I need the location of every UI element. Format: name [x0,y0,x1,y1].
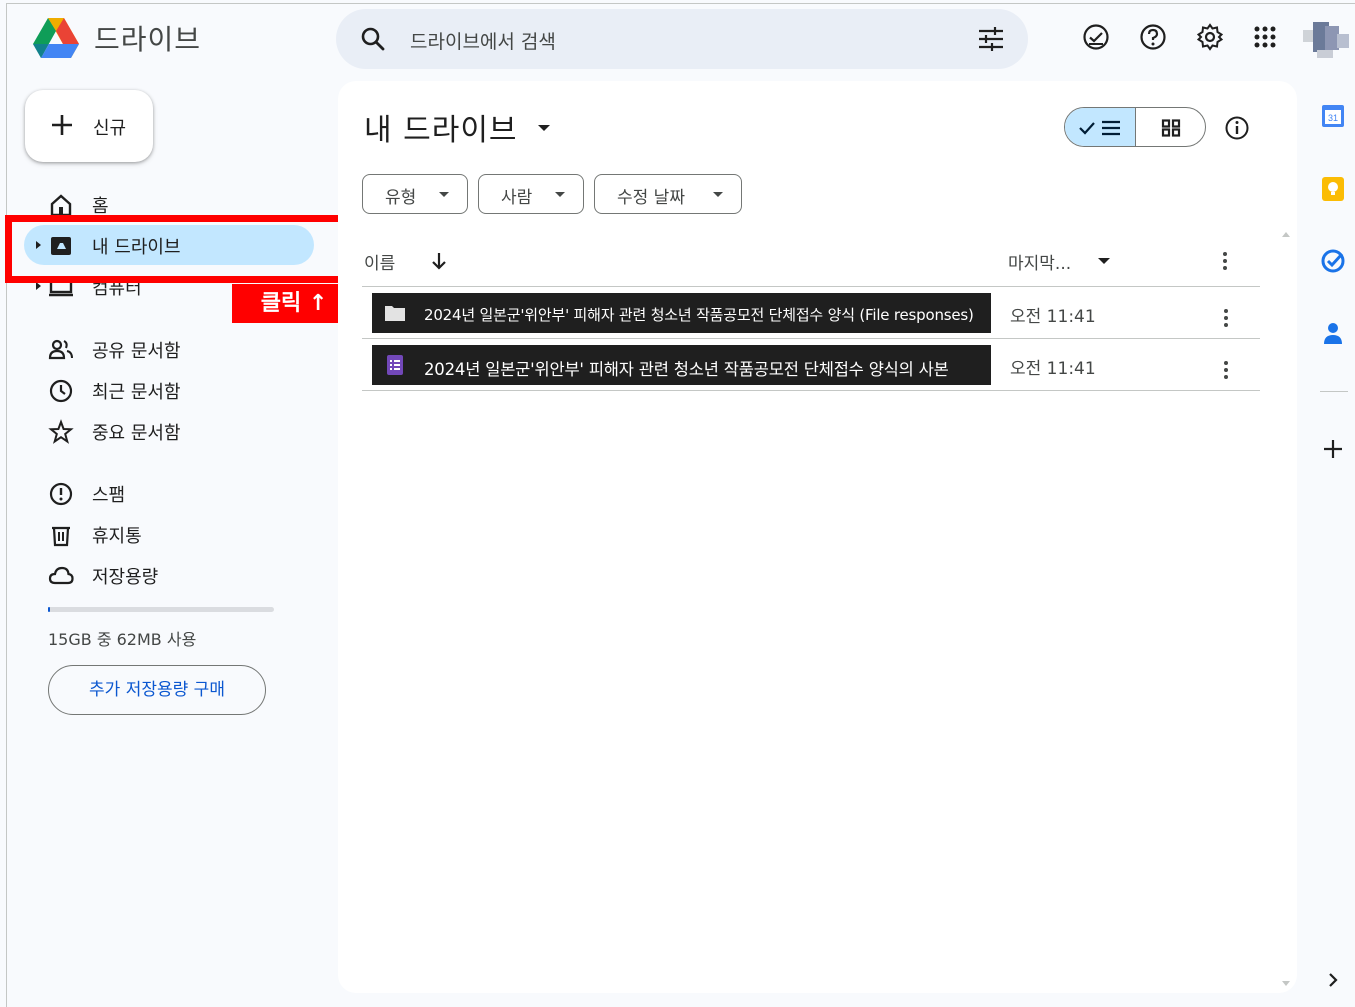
more-options-icon[interactable] [1223,361,1229,381]
cloud-icon [48,566,74,585]
storage-usage-bar [48,607,274,612]
filter-label: 수정 날짜 [617,188,685,208]
sidebar-item-spam[interactable]: 스팸 [24,473,314,513]
new-button[interactable]: 신규 [25,90,153,162]
file-name: 2024년 일본군'위안부' 피해자 관련 청소년 작품공모전 단체접수 양식의… [424,360,949,379]
sidebar-item-label: 최근 문서함 [92,382,181,403]
main-panel: 내 드라이브 유형 사람 수정 날짜 이름 마지막... 2024년 일본군'위… [338,81,1297,993]
sidebar-item-label: 저장용량 [92,567,159,588]
drive-logo-icon[interactable] [32,16,80,60]
sidebar-item-shared[interactable]: 공유 문서함 [24,329,314,369]
file-name-cell[interactable]: 2024년 일본군'위안부' 피해자 관련 청소년 작품공모전 단체접수 양식의… [372,345,991,385]
click-highlight-box [5,215,355,283]
view-toggle[interactable] [1064,107,1206,147]
filter-type-chip[interactable]: 유형 [362,174,468,214]
column-dropdown-icon[interactable] [1098,258,1110,264]
filter-label: 유형 [385,188,417,208]
sidebar-item-label: 공유 문서함 [92,341,181,362]
table-row[interactable]: 2024년 일본군'위안부' 피해자 관련 청소년 작품공모전 단체접수 양식의… [362,339,1260,391]
storage-usage-text: 15GB 중 62MB 사용 [48,630,197,649]
sidebar-item-label: 중요 문서함 [92,423,181,444]
contacts-icon[interactable] [1320,320,1346,346]
chevron-down-icon [439,192,449,197]
sidebar-item-label: 휴지통 [92,526,142,547]
trash-icon [52,526,70,547]
search-bar[interactable]: 드라이브에서 검색 [336,9,1028,69]
offline-ready-icon[interactable] [1081,22,1111,52]
grid-view-icon [1161,119,1181,137]
settings-gear-icon[interactable] [1195,22,1225,52]
chevron-down-icon [555,192,565,197]
scroll-down-arrow[interactable] [1282,981,1290,986]
sidebar-item-storage[interactable]: 저장용량 [24,555,314,595]
search-icon[interactable] [360,26,386,52]
buy-storage-button[interactable]: 추가 저장용량 구매 [48,665,266,715]
page-title[interactable]: 내 드라이브 [364,105,518,149]
chevron-down-icon [713,192,723,197]
column-header-modified[interactable]: 마지막... [1008,249,1071,274]
modified-time: 오전 11:41 [1010,359,1096,379]
folder-icon [385,306,405,321]
file-name: 2024년 일본군'위안부' 피해자 관련 청소년 작품공모전 단체접수 양식 … [424,306,974,324]
sidebar-item-label: 스팸 [92,485,126,506]
new-button-label: 신규 [93,118,127,139]
title-dropdown-icon[interactable] [538,125,550,131]
sidebar-item-recent[interactable]: 최근 문서함 [24,370,314,410]
app-title: 드라이브 [94,23,202,56]
more-options-icon[interactable] [1222,252,1228,272]
keep-icon[interactable] [1320,176,1346,202]
sort-down-arrow-icon[interactable] [430,251,448,271]
expand-arrow-icon[interactable] [36,282,41,290]
form-icon [387,355,403,375]
star-icon [48,419,74,444]
info-icon[interactable] [1224,115,1250,141]
apps-grid-icon[interactable] [1250,22,1280,52]
filter-modified-chip[interactable]: 수정 날짜 [594,174,742,214]
filter-people-chip[interactable]: 사람 [478,174,584,214]
help-icon[interactable] [1138,22,1168,52]
sidebar-item-starred[interactable]: 중요 문서함 [24,411,314,451]
file-name-cell[interactable]: 2024년 일본군'위안부' 피해자 관련 청소년 작품공모전 단체접수 양식 … [372,293,991,333]
add-addon-plus-icon[interactable] [1320,436,1346,462]
filter-label: 사람 [501,188,533,208]
sidebar-item-trash[interactable]: 휴지통 [24,514,314,554]
shared-people-icon [48,339,73,360]
divider [1320,391,1348,392]
modified-time: 오전 11:41 [1010,307,1096,327]
table-row[interactable]: 2024년 일본군'위안부' 피해자 관련 청소년 작품공모전 단체접수 양식 … [362,287,1260,339]
search-input[interactable]: 드라이브에서 검색 [410,27,556,54]
svg-text:31: 31 [1328,113,1338,123]
tasks-icon[interactable] [1320,248,1346,274]
chevron-right-icon[interactable] [1320,967,1346,993]
account-avatar[interactable] [1303,20,1349,60]
list-view-icon [1079,120,1120,136]
scroll-up-arrow[interactable] [1282,232,1290,237]
list-view-button[interactable] [1065,108,1136,146]
more-options-icon[interactable] [1223,309,1229,329]
clock-icon [49,379,73,403]
calendar-icon[interactable]: 31 [1320,103,1346,129]
spam-warning-icon [49,482,73,506]
search-options-icon[interactable] [976,25,1006,53]
grid-view-button[interactable] [1136,108,1205,146]
column-header-name[interactable]: 이름 [364,249,395,274]
plus-icon [52,115,72,135]
storage-usage-fill [48,607,51,612]
